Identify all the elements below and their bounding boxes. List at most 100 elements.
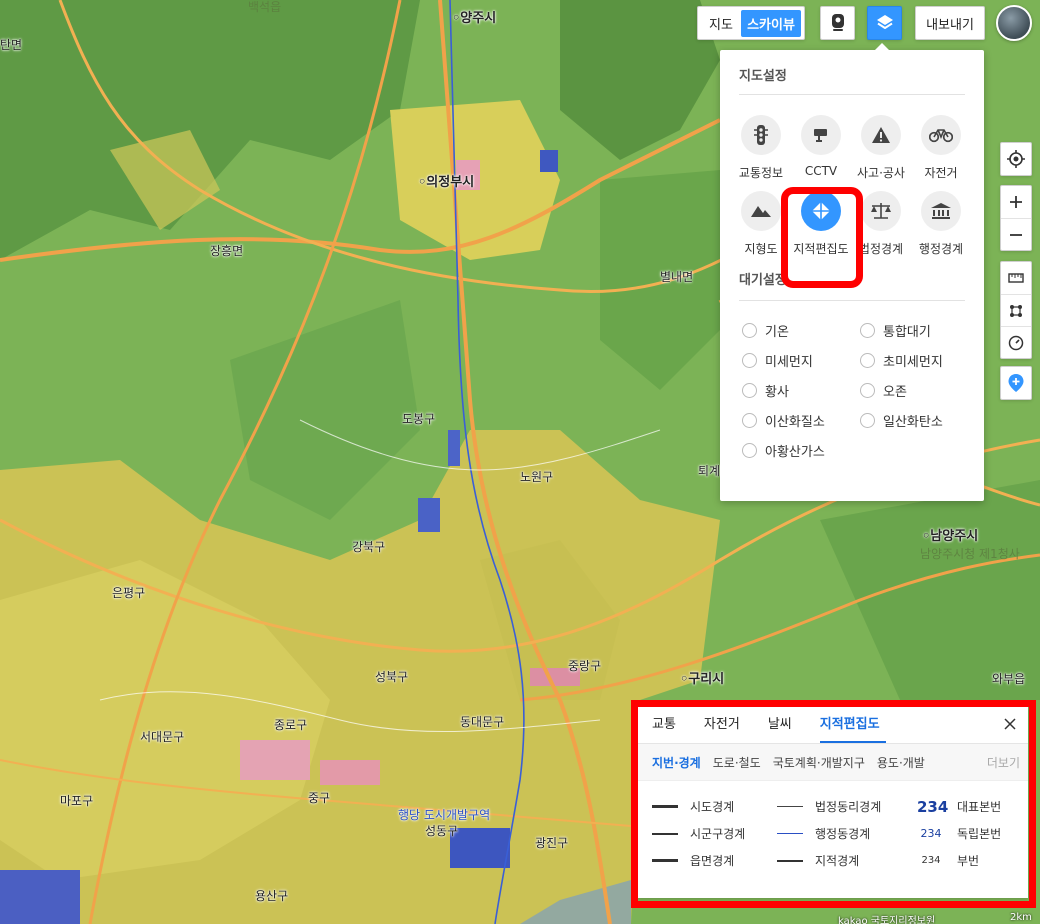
air-option-yellow-dust[interactable]: 황사 [742, 381, 860, 400]
legend-tab-bicycle[interactable]: 자전거 [704, 713, 746, 743]
user-avatar[interactable] [996, 5, 1032, 41]
roadview-button[interactable] [820, 6, 855, 40]
radio-button[interactable] [860, 382, 875, 398]
layers-icon [876, 15, 893, 29]
number-swatch-large: 234 [917, 797, 949, 816]
layer-bicycle[interactable]: 자전거 [911, 115, 971, 181]
layer-accident[interactable]: 사고·공사 [851, 115, 911, 181]
map-place-label: 은평구 [112, 586, 146, 600]
air-option-so2[interactable]: 아황산가스 [742, 441, 860, 460]
legend-row: 시도경계 [652, 797, 777, 816]
air-settings-title: 대기설정 [739, 269, 965, 301]
legend-tab-traffic[interactable]: 교통 [652, 713, 682, 743]
export-button[interactable]: 내보내기 [915, 6, 985, 40]
layer-admin-boundary[interactable]: 행정경계 [911, 191, 971, 257]
legend-row: 234 대표본번 [917, 797, 1002, 816]
scales-icon [871, 203, 891, 219]
number-swatch-medium: 234 [920, 827, 942, 840]
zoom-control [1000, 185, 1032, 251]
legend-tab-weather[interactable]: 날씨 [768, 713, 798, 743]
legend-row: 법정동리경계 [777, 797, 917, 816]
map-place-label: ◦남양주시 [922, 529, 979, 544]
map-place-label: 행당 도시개발구역 [398, 808, 491, 822]
legend-more-link[interactable]: 더보기 [987, 754, 1020, 771]
map-place-label: 서대문구 [140, 730, 185, 744]
map-place-label: 노원구 [520, 470, 554, 484]
map-place-label: 성동구 [425, 824, 459, 838]
air-option-co[interactable]: 일산화탄소 [860, 411, 970, 430]
area-measure-button[interactable] [1001, 294, 1031, 326]
air-option-pm10[interactable]: 미세먼지 [742, 351, 860, 370]
map-place-label: ◦구리시 [680, 672, 725, 687]
air-option-no2[interactable]: 이산화질소 [742, 411, 860, 430]
subtab-land-use[interactable]: 용도·개발 [877, 754, 925, 771]
my-location-button[interactable] [1000, 142, 1032, 176]
air-option-ozone[interactable]: 오존 [860, 381, 970, 400]
map-place-label: 도봉구 [402, 412, 436, 426]
map-place-label: 강북구 [352, 540, 386, 554]
zoom-in-button[interactable] [1001, 186, 1031, 218]
map-settings-title: 지도설정 [739, 50, 965, 95]
line-swatch-thick [652, 859, 678, 862]
subtab-planning[interactable]: 국토계획·개발지구 [773, 754, 865, 771]
map-copyright: kakao 국토지리정보원 [838, 916, 936, 924]
legend-body: 시도경계 법정동리경계 234 대표본번 시군구경계 행정동경계 234 독립본번 … [638, 781, 1028, 870]
layer-traffic[interactable]: 교통정보 [731, 115, 791, 181]
layer-terrain[interactable]: 지형도 [731, 191, 791, 257]
map-layer-grid: 교통정보 CCTV 사고·공사 자전거 지형도 지적편집도 법정경계 행정경계 [731, 95, 965, 257]
map-place-label: 탄면 [0, 38, 23, 52]
legend-row: 지적경계 [777, 851, 917, 870]
line-swatch-thick [652, 805, 678, 808]
crosshair-icon [1007, 150, 1025, 168]
radio-button[interactable] [860, 322, 875, 338]
map-place-label: 별내면 [660, 270, 694, 284]
map-place-label: 동대문구 [460, 715, 505, 729]
map-settings-button[interactable] [867, 6, 902, 40]
legend-tab-cadastral[interactable]: 지적편집도 [819, 713, 886, 743]
subtab-lot-boundary[interactable]: 지번·경계 [652, 754, 701, 771]
cadastral-icon [812, 202, 830, 220]
air-option-pm25[interactable]: 초미세먼지 [860, 351, 970, 370]
map-place-label: 와부읍 [992, 672, 1026, 686]
radio-button[interactable] [742, 322, 757, 338]
bicycle-icon [929, 129, 953, 143]
close-icon [1004, 718, 1016, 730]
map-place-label: 성북구 [375, 670, 409, 684]
map-place-label: 남양주시청 제1청사 [920, 547, 1020, 561]
map-place-label: 백석읍 [248, 0, 282, 14]
air-options: 기온 통합대기 미세먼지 초미세먼지 황사 오존 이산화질소 일산화탄소 아황산… [742, 301, 965, 460]
map-place-label: 중랑구 [568, 659, 602, 673]
layer-legal-boundary[interactable]: 법정경계 [851, 191, 911, 257]
air-option-integrated[interactable]: 통합대기 [860, 321, 970, 340]
compass-icon [1008, 335, 1024, 350]
radio-button[interactable] [742, 442, 757, 458]
layer-cadastral[interactable]: 지적편집도 [791, 191, 851, 257]
legend-close-button[interactable] [1001, 715, 1019, 733]
cctv-icon [814, 129, 827, 142]
ruler-icon [1008, 273, 1024, 283]
radio-button[interactable] [742, 412, 757, 428]
radio-button[interactable] [742, 352, 757, 368]
number-swatch-small: 234 [921, 855, 941, 866]
line-swatch-blue [777, 833, 803, 834]
radio-button[interactable] [860, 352, 875, 368]
layer-cctv[interactable]: CCTV [791, 115, 851, 181]
radio-button[interactable] [742, 382, 757, 398]
warning-icon [872, 127, 890, 143]
map-place-label: 광진구 [535, 836, 569, 850]
air-option-temperature[interactable]: 기온 [742, 321, 860, 340]
skyview-button[interactable]: 스카이뷰 [741, 9, 801, 37]
legend-tabs: 교통 자전거 날씨 지적편집도 [638, 706, 1028, 744]
mountain-icon [751, 206, 771, 217]
add-place-button[interactable] [1000, 366, 1032, 400]
radio-button[interactable] [860, 412, 875, 428]
map-view-button[interactable]: 지도 [701, 10, 741, 37]
subtab-road-rail[interactable]: 도로·철도 [713, 754, 761, 771]
legend-row: 읍면경계 [652, 851, 777, 870]
distance-measure-button[interactable] [1001, 262, 1031, 294]
cadastral-legend-panel: 교통 자전거 날씨 지적편집도 지번·경계 도로·철도 국토계획·개발지구 용도… [638, 706, 1028, 898]
line-swatch-thin [777, 806, 803, 807]
zoom-out-button[interactable] [1001, 218, 1031, 250]
legend-row: 234 부번 [917, 851, 1027, 870]
radius-measure-button[interactable] [1001, 326, 1031, 358]
